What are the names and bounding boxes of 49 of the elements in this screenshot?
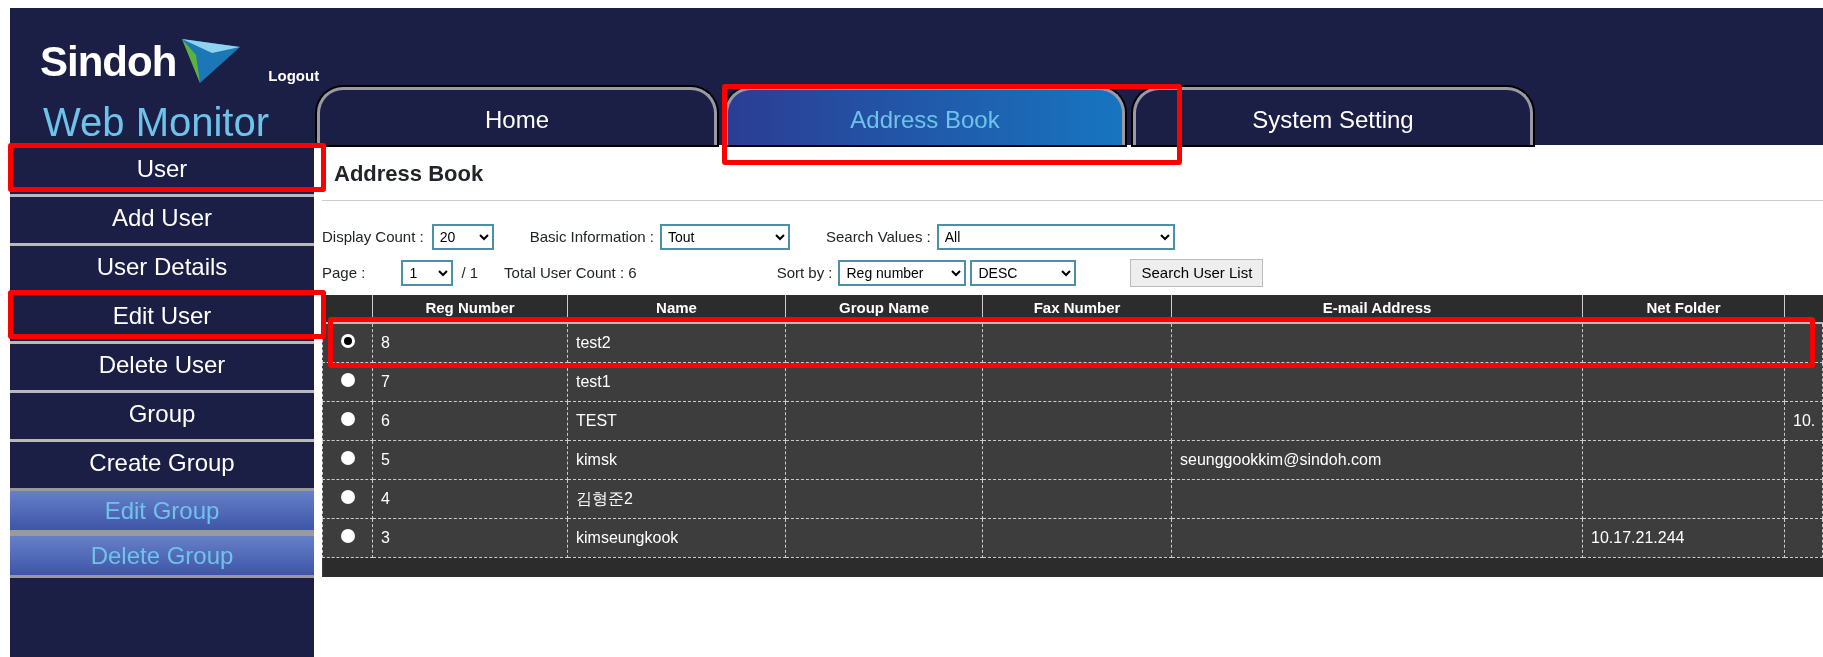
table-cell: kimsk — [576, 450, 617, 468]
field-label: Sort by : — [776, 262, 833, 283]
product-name: Web Monitor — [43, 102, 269, 142]
nav-tab[interactable]: Address Book — [725, 87, 1125, 145]
column-header: Name — [656, 299, 697, 317]
table-cell: 10.17.21.244 — [1591, 528, 1685, 546]
field-label: Display Count : — [322, 226, 424, 247]
radio-button[interactable] — [341, 489, 355, 504]
table-cell: 6 — [381, 411, 390, 429]
table-cell: test1 — [576, 372, 611, 390]
field-label: Total User Count : 6 — [504, 262, 637, 283]
column-header: Group Name — [839, 299, 929, 317]
field-label: Search Values : — [825, 226, 931, 247]
table-cell: TEST — [576, 411, 617, 429]
nav-tab[interactable]: Home — [317, 87, 717, 145]
column-header: Fax Number — [1033, 299, 1121, 317]
logo-icon — [182, 39, 241, 85]
field-label: Page : — [322, 262, 366, 283]
table-cell: 4 — [381, 489, 390, 507]
table-cell: 8 — [381, 333, 390, 351]
radio-button[interactable] — [341, 333, 355, 348]
field-label: / 1 — [461, 262, 479, 283]
table-cell: kimseungkook — [576, 528, 679, 546]
dropdown[interactable]: Reg number — [838, 260, 967, 286]
table-cell: 7 — [381, 372, 390, 390]
column-header: E-mail Address — [1322, 299, 1432, 317]
table-cell: 3 — [381, 528, 390, 546]
search-button[interactable]: Search User List — [1130, 258, 1264, 288]
table-cell: seunggookkim@sindoh.com — [1180, 450, 1382, 468]
column-header: Reg Number — [425, 299, 515, 317]
dropdown[interactable]: 1 — [401, 260, 454, 286]
radio-button[interactable] — [341, 450, 355, 465]
column-header: Net Folder — [1646, 299, 1721, 317]
dropdown[interactable]: Tout — [659, 224, 790, 250]
dropdown[interactable]: DESC — [970, 260, 1077, 286]
nav-tab[interactable]: System Setting — [1133, 87, 1533, 145]
radio-button[interactable] — [341, 528, 355, 543]
dropdown[interactable]: 20 — [431, 224, 494, 250]
table-cell: test2 — [576, 333, 611, 351]
field-label: Basic Information : — [529, 226, 654, 247]
radio-button[interactable] — [341, 372, 355, 387]
dropdown[interactable]: All — [936, 224, 1175, 250]
table-cell: 10. — [1793, 411, 1816, 429]
logout-link[interactable]: Logout — [268, 64, 320, 87]
table-cell: 김형준2 — [576, 489, 633, 507]
radio-button[interactable] — [341, 411, 355, 426]
logo-text: Sindoh — [40, 37, 177, 87]
table-cell: 5 — [381, 450, 390, 468]
page-title: Address Book — [334, 160, 485, 188]
